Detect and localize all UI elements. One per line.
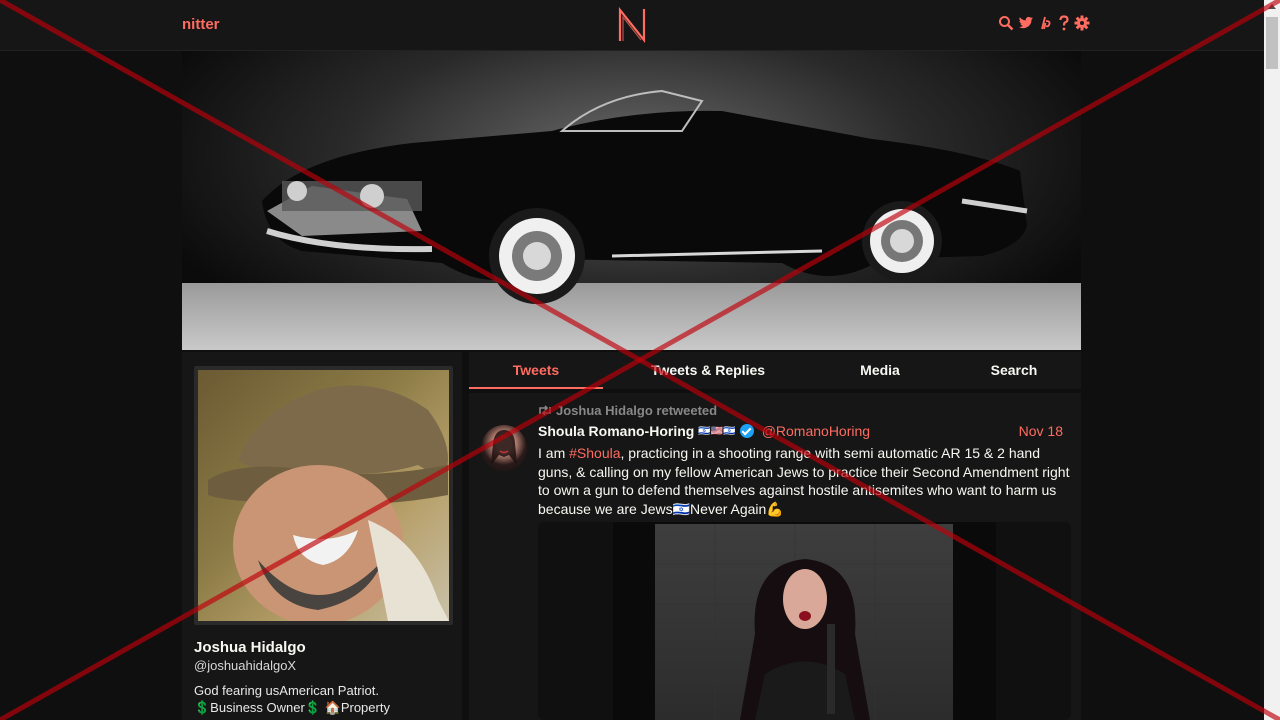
page-scrollbar[interactable] xyxy=(1264,0,1280,720)
profile-bio: God fearing usAmerican Patriot. 💲Busines… xyxy=(194,682,454,716)
tweet-fullname-suffix: 🇮🇱🇺🇸🇮🇱 xyxy=(698,425,736,437)
tweet-text-start: I am xyxy=(538,445,570,461)
bio-line: 💲Business Owner💲 🏠Property xyxy=(194,700,390,715)
retweet-header: Joshua Hidalgo retweeted xyxy=(538,403,717,418)
gear-icon[interactable] xyxy=(1074,15,1090,31)
tweet-hashtag-link[interactable]: #Shoula xyxy=(569,445,620,461)
convertible-car-image xyxy=(262,89,1028,304)
nitter-logo-icon[interactable] xyxy=(616,7,648,43)
tweet-content: I am #Shoula, practicing in a shooting r… xyxy=(538,444,1074,518)
tweet-username[interactable]: @RomanoHoring xyxy=(762,423,870,439)
retweet-label[interactable]: Joshua Hidalgo retweeted xyxy=(556,403,717,418)
help-icon[interactable] xyxy=(1058,15,1070,31)
site-brand-link[interactable]: nitter xyxy=(182,16,220,33)
tweet-media[interactable] xyxy=(538,522,1071,720)
tab-search[interactable]: Search xyxy=(964,352,1064,389)
scroll-up-arrow-icon[interactable] xyxy=(1268,4,1276,9)
retweet-icon xyxy=(539,405,551,416)
tweet-fullname[interactable]: Shoula Romano-Horing xyxy=(538,423,694,439)
video-player[interactable] xyxy=(613,522,996,720)
profile-fullname[interactable]: Joshua Hidalgo xyxy=(194,639,306,656)
timeline-tabs: Tweets Tweets & Replies Media Search xyxy=(469,352,1081,389)
scrollbar-thumb[interactable] xyxy=(1266,17,1278,69)
profile-avatar[interactable] xyxy=(198,370,449,621)
search-icon[interactable] xyxy=(998,15,1014,31)
tab-tweets-replies[interactable]: Tweets & Replies xyxy=(628,352,788,389)
tweet-header: Shoula Romano-Horing 🇮🇱🇺🇸🇮🇱 @RomanoHoring… xyxy=(538,423,1072,439)
tweet-avatar[interactable] xyxy=(481,425,527,471)
video-frame xyxy=(655,524,953,720)
profile-avatar-frame[interactable] xyxy=(194,366,453,625)
twitter-icon[interactable] xyxy=(1018,15,1034,31)
profile-banner[interactable] xyxy=(182,51,1081,350)
tab-tweets[interactable]: Tweets xyxy=(469,352,603,389)
tweet-date[interactable]: Nov 18 xyxy=(1019,423,1063,439)
video-thumbnail xyxy=(655,524,953,720)
verified-badge-icon xyxy=(739,424,754,438)
profile-card: Joshua Hidalgo @joshuahidalgoX God feari… xyxy=(182,352,462,720)
tweet-avatar-photo xyxy=(491,430,517,465)
top-navbar: nitter xyxy=(0,0,1264,51)
bio-line: God fearing usAmerican Patriot. xyxy=(194,683,379,698)
profile-photo xyxy=(208,385,449,621)
tab-media[interactable]: Media xyxy=(830,352,930,389)
timeline: Joshua Hidalgo retweeted Shoula Romano-H… xyxy=(469,393,1081,720)
rss-icon[interactable] xyxy=(1038,15,1054,31)
profile-username[interactable]: @joshuahidalgoX xyxy=(194,658,296,673)
